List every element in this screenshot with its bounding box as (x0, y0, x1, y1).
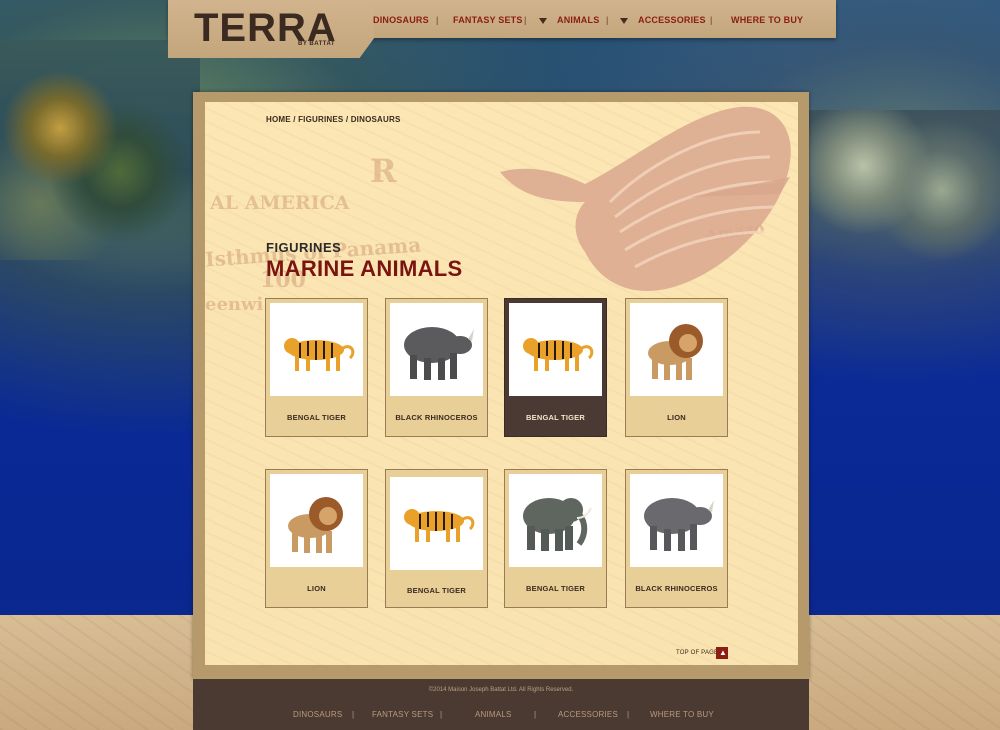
product-name: LION (667, 413, 686, 422)
product-card[interactable]: LION (265, 469, 368, 608)
lion-figure-icon (288, 497, 343, 553)
top-of-page-link[interactable]: TOP OF PAGE (676, 650, 718, 656)
tiger-figure-icon (523, 338, 594, 371)
up-arrow-icon: ▲ (719, 648, 727, 657)
nav-animals[interactable]: ANIMALS (539, 15, 599, 25)
product-image-tiger (509, 303, 602, 396)
product-name: BENGAL TIGER (526, 584, 585, 593)
product-card[interactable]: BENGAL TIGER (265, 298, 368, 437)
footer-nav-separator: | (534, 710, 537, 719)
footer-nav-dinosaurs[interactable]: DINOSAURS (293, 710, 342, 719)
footer-nav-separator: | (352, 710, 355, 719)
nav-separator: | (606, 15, 609, 25)
rhino-figure-icon (404, 327, 474, 380)
dropdown-caret-icon (539, 17, 547, 24)
footer: ©2014 Maison Joseph Battat Ltd. All Righ… (193, 679, 809, 730)
nav-separator: | (524, 15, 527, 25)
category-label: FIGURINES (266, 240, 342, 255)
nav-accessories[interactable]: ACCESSORIES (620, 15, 706, 25)
product-image-lion (270, 474, 363, 567)
product-image-rhino (630, 474, 723, 567)
map-text: AL AMERICA (210, 192, 350, 214)
tiger-figure-icon (284, 338, 355, 371)
product-name: LION (307, 584, 326, 593)
nav-dinosaurs[interactable]: DINOSAURS (373, 15, 429, 25)
footer-nav-where-to-buy[interactable]: WHERE TO BUY (650, 710, 714, 719)
product-card-selected[interactable]: BENGAL TIGER (504, 298, 607, 437)
nav-fantasy-sets[interactable]: FANTASY SETS (453, 15, 523, 25)
footer-nav-accessories[interactable]: ACCESSORIES (558, 710, 618, 719)
footer-nav-animals[interactable]: ANIMALS (475, 710, 512, 719)
product-image-elephant (509, 474, 602, 567)
tiger-figure-icon (404, 509, 475, 542)
product-card[interactable]: BLACK RHINOCEROS (625, 469, 728, 608)
product-card[interactable]: BENGAL TIGER (385, 469, 488, 608)
logo-subtitle: BY BATTAT (298, 41, 336, 47)
footer-nav-fantasy-sets[interactable]: FANTASY SETS (372, 710, 433, 719)
footer-nav-separator: | (627, 710, 630, 719)
nav-separator: | (436, 15, 439, 25)
breadcrumb[interactable]: HOME / FIGURINES / DINOSAURS (266, 115, 401, 124)
product-name: BENGAL TIGER (526, 413, 585, 422)
copyright-text: ©2014 Maison Joseph Battat Ltd. All Righ… (428, 687, 574, 693)
product-name: BENGAL TIGER (407, 586, 466, 595)
product-card[interactable]: BENGAL TIGER (504, 469, 607, 608)
rhino-figure-icon (644, 498, 714, 551)
product-image-lion (630, 303, 723, 396)
nav-separator: | (710, 15, 713, 25)
coral-reef-right (805, 110, 1000, 270)
elephant-figure-icon (523, 498, 592, 551)
product-name: BENGAL TIGER (287, 413, 346, 422)
product-image-tiger (390, 477, 483, 570)
product-card[interactable]: LION (625, 298, 728, 437)
coral-reef-left (0, 40, 200, 260)
map-text: R (370, 152, 397, 190)
lion-figure-icon (648, 324, 703, 380)
top-of-page-button[interactable]: ▲ (716, 647, 728, 659)
map-text: eenwi (205, 294, 264, 315)
product-name: BLACK RHINOCEROS (395, 413, 478, 422)
product-name: BLACK RHINOCEROS (635, 584, 718, 593)
whale-illustration (500, 106, 791, 291)
page-title: MARINE ANIMALS (266, 256, 463, 281)
nav-where-to-buy[interactable]: WHERE TO BUY (731, 15, 803, 25)
product-card[interactable]: BLACK RHINOCEROS (385, 298, 488, 437)
product-image-rhino (390, 303, 483, 396)
product-image-tiger (270, 303, 363, 396)
dropdown-caret-icon (620, 17, 628, 24)
footer-nav-separator: | (440, 710, 443, 719)
